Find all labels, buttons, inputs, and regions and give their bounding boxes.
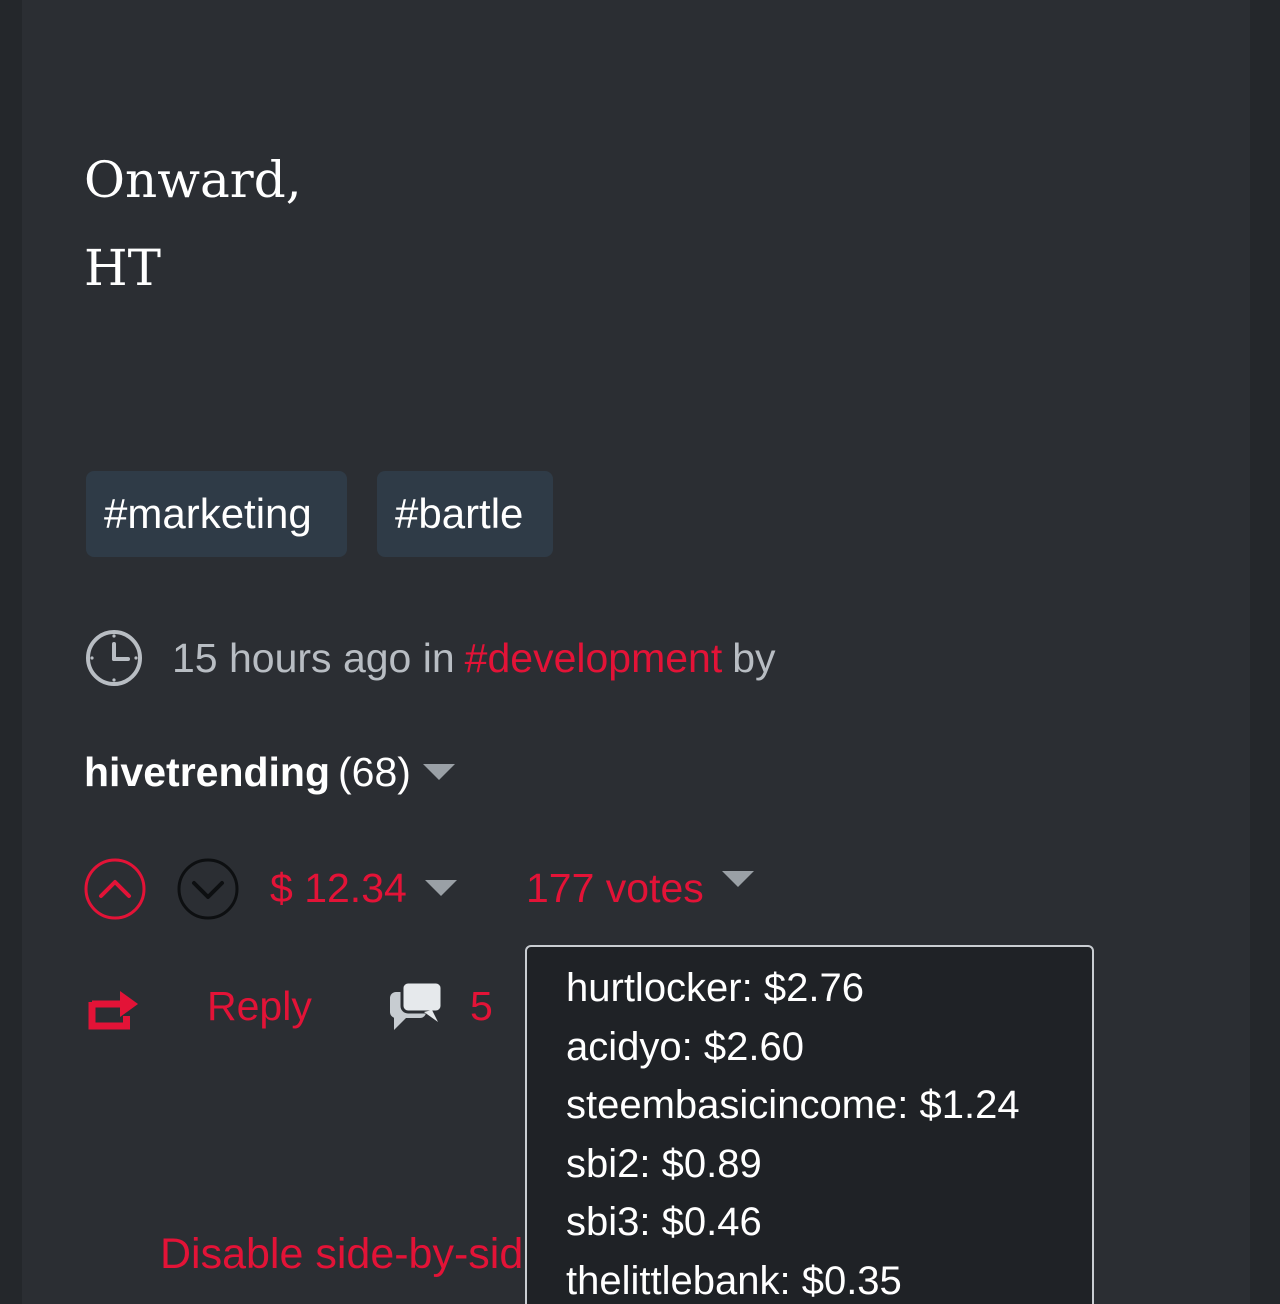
post-signoff-line-1: Onward, <box>84 151 302 209</box>
post-meta: 15 hours ago in #development by <box>84 628 776 688</box>
voter-item[interactable]: steembasicincome: $1.24 <box>566 1076 1092 1135</box>
tag-marketing[interactable]: #marketing <box>86 471 347 557</box>
voter-item[interactable]: hurtlocker: $2.76 <box>566 959 1092 1018</box>
votes-label: 177 votes <box>526 864 704 911</box>
payout-value[interactable]: $ 12.34 <box>270 860 457 916</box>
votes-caret-down-icon[interactable] <box>721 871 754 887</box>
voter-item[interactable]: sbi3: $0.46 <box>566 1193 1092 1252</box>
author-reputation: (68) <box>338 748 411 795</box>
comments-link[interactable]: 5 <box>388 978 493 1034</box>
reply-link[interactable]: Reply <box>207 978 312 1034</box>
voters-popup: hurtlocker: $2.76 acidyo: $2.60 steembas… <box>525 945 1094 1304</box>
voter-item[interactable]: acidyo: $2.60 <box>566 1018 1092 1077</box>
clock-icon <box>86 630 142 686</box>
voter-item[interactable]: sbi2: $0.89 <box>566 1135 1092 1194</box>
downvote-button[interactable] <box>177 858 239 920</box>
post-category-link[interactable]: #development <box>465 635 723 682</box>
post-by-label: by <box>732 634 776 681</box>
disable-side-by-side-link[interactable]: Disable side-by-side <box>160 1226 524 1282</box>
voter-item[interactable]: thelittlebank: $0.35 <box>566 1252 1092 1304</box>
reblog-icon[interactable] <box>88 986 140 1030</box>
post-time: 15 hours ago in <box>172 634 455 681</box>
author-row: hivetrending (68) <box>84 744 455 800</box>
votes-count[interactable]: 177 votes <box>526 860 754 916</box>
author-link[interactable]: hivetrending <box>84 749 330 796</box>
post-signoff-line-2: HT <box>84 239 161 297</box>
payout-caret-down-icon[interactable] <box>424 880 457 896</box>
upvote-button[interactable] <box>84 858 146 920</box>
comments-icon <box>390 980 444 1030</box>
payout-amount: $ 12.34 <box>270 864 407 911</box>
author-caret-down-icon[interactable] <box>422 764 455 780</box>
tag-bartle[interactable]: #bartle <box>377 471 553 557</box>
comment-count: 5 <box>470 982 493 1029</box>
